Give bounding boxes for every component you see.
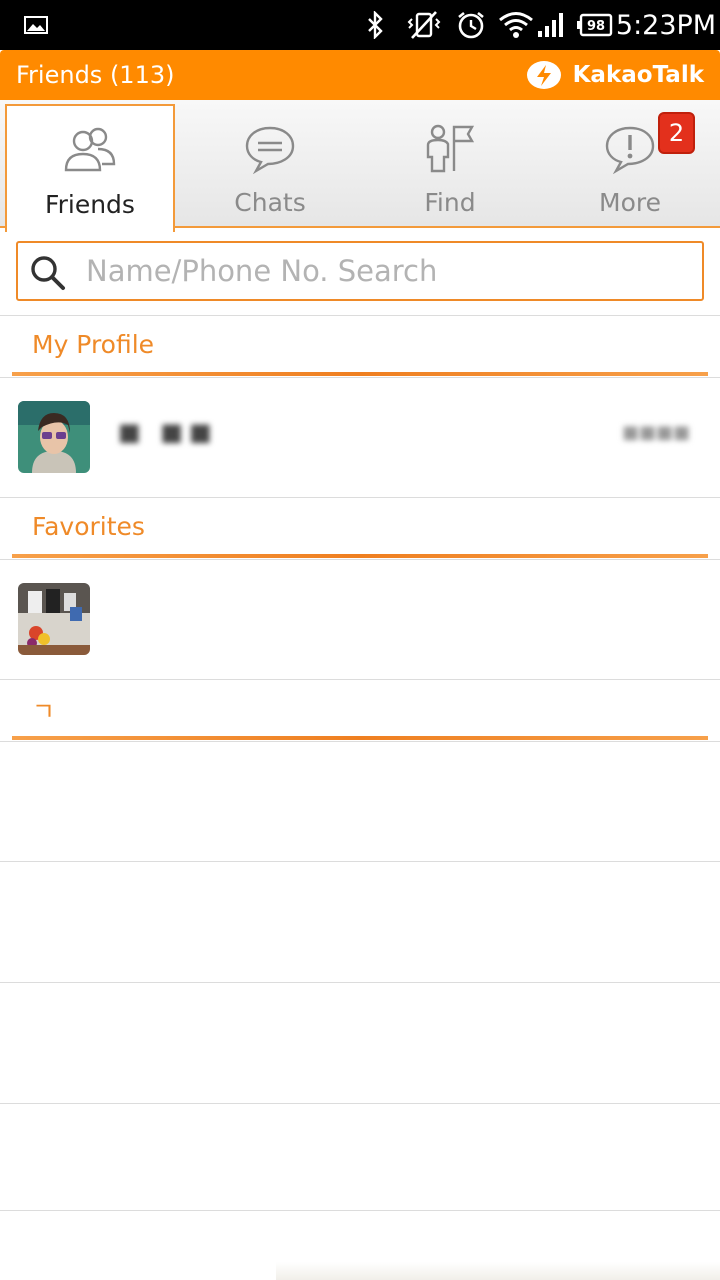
divider bbox=[0, 1210, 720, 1211]
list-item[interactable] bbox=[0, 862, 720, 982]
section-rule bbox=[12, 736, 708, 740]
brand-name: KakaoTalk bbox=[572, 62, 704, 88]
wifi-icon bbox=[497, 0, 535, 50]
tab-bar: Friends Chats Find More bbox=[0, 100, 720, 232]
section-rule bbox=[12, 554, 708, 558]
tab-chats[interactable]: Chats bbox=[180, 100, 360, 226]
tab-label: More bbox=[599, 188, 661, 217]
signal-icon bbox=[535, 0, 567, 50]
bluetooth-icon bbox=[362, 0, 388, 50]
vibrate-off-icon bbox=[405, 0, 443, 50]
search-input[interactable] bbox=[86, 243, 686, 299]
list-item[interactable] bbox=[0, 1104, 720, 1224]
section-rule bbox=[12, 372, 708, 376]
tab-label: Chats bbox=[234, 188, 306, 217]
profile-name: ■ ■■ bbox=[118, 418, 218, 446]
friends-icon bbox=[62, 122, 118, 180]
tab-find[interactable]: Find bbox=[360, 100, 540, 226]
search-icon bbox=[31, 256, 65, 290]
section-title: ㄱ bbox=[32, 697, 56, 726]
page-title: Friends (113) bbox=[16, 61, 175, 89]
section-header-favorites: Favorites bbox=[0, 498, 720, 558]
section-header-giyeok: ㄱ bbox=[0, 680, 720, 740]
chat-bubble-icon bbox=[244, 120, 296, 178]
avatar bbox=[18, 401, 90, 473]
notification-badge: 2 bbox=[658, 112, 695, 154]
find-person-flag-icon bbox=[422, 120, 478, 178]
section-title: My Profile bbox=[32, 330, 155, 359]
avatar bbox=[18, 583, 90, 655]
section-title: Favorites bbox=[32, 512, 145, 541]
tab-label: Find bbox=[424, 188, 476, 217]
status-bar: 98 5:23PM bbox=[0, 0, 720, 50]
favorite-friend-row[interactable] bbox=[0, 560, 720, 680]
image-icon bbox=[22, 0, 50, 50]
battery-icon: 98 bbox=[576, 0, 614, 50]
app-header: Friends (113) KakaoTalk bbox=[0, 50, 720, 100]
bottom-edge bbox=[276, 1262, 720, 1280]
list-item[interactable] bbox=[0, 983, 720, 1103]
svg-text:98: 98 bbox=[587, 19, 605, 34]
profile-row[interactable]: ■ ■■ ■■■■ bbox=[0, 378, 720, 498]
more-exclamation-icon bbox=[604, 120, 656, 178]
profile-status: ■■■■ bbox=[621, 422, 690, 443]
kakaotalk-logo-icon bbox=[526, 61, 561, 89]
search-box bbox=[16, 241, 704, 301]
tab-friends[interactable]: Friends bbox=[5, 104, 175, 232]
brand: KakaoTalk bbox=[525, 59, 704, 91]
list-item[interactable] bbox=[0, 742, 720, 862]
section-header-my-profile: My Profile bbox=[0, 316, 720, 376]
alarm-icon bbox=[455, 0, 487, 50]
status-time: 5:23PM bbox=[615, 9, 717, 41]
tab-label: Friends bbox=[45, 190, 135, 219]
